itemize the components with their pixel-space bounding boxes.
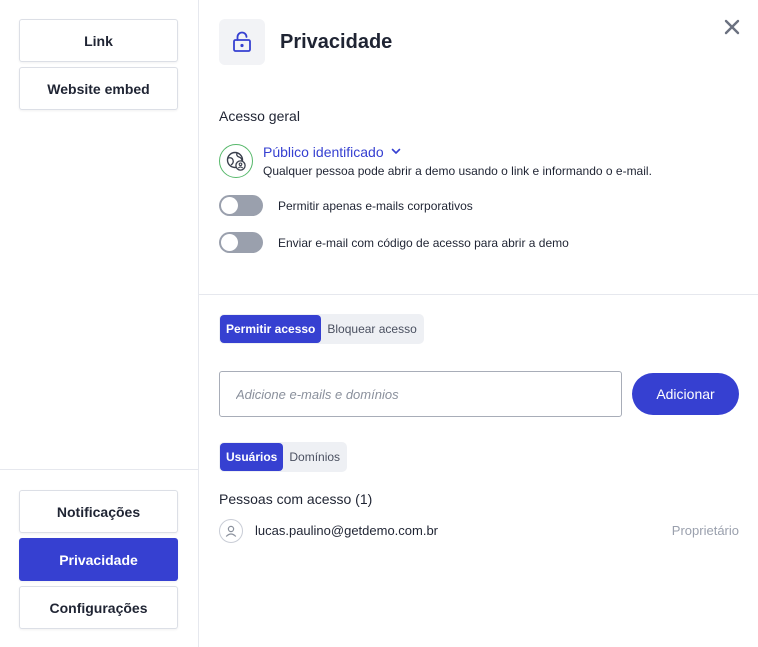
block-access-tab[interactable]: Bloquear acesso bbox=[321, 315, 422, 343]
people-with-access-title: Pessoas com acesso (1) bbox=[219, 491, 373, 507]
section-divider bbox=[199, 294, 758, 295]
allow-access-tab[interactable]: Permitir acesso bbox=[220, 315, 322, 343]
emails-domains-input[interactable] bbox=[219, 371, 622, 417]
add-button[interactable]: Adicionar bbox=[632, 373, 739, 415]
access-code-email-toggle[interactable] bbox=[219, 232, 263, 253]
list-filter-switch: Usuários Domínios bbox=[219, 442, 348, 472]
general-access-selected: Público identificado bbox=[263, 144, 384, 160]
general-access-description: Qualquer pessoa pode abrir a demo usando… bbox=[263, 164, 652, 178]
sidebar-item-website-embed[interactable]: Website embed bbox=[19, 67, 178, 110]
sidebar-item-link[interactable]: Link bbox=[19, 19, 178, 62]
sidebar-item-configuracoes[interactable]: Configurações bbox=[19, 586, 178, 629]
person-role: Proprietário bbox=[671, 523, 739, 538]
sidebar: Link Website embed Notificações Privacid… bbox=[0, 0, 199, 647]
tab-domains[interactable]: Domínios bbox=[283, 443, 346, 471]
page-title: Privacidade bbox=[280, 31, 393, 53]
access-mode-switch: Permitir acesso Bloquear acesso bbox=[219, 314, 424, 344]
toggle-knob bbox=[221, 234, 238, 251]
general-access-title: Acesso geral bbox=[219, 108, 300, 124]
close-icon[interactable] bbox=[721, 16, 743, 38]
corporate-emails-toggle[interactable] bbox=[219, 195, 263, 216]
sidebar-item-privacidade[interactable]: Privacidade bbox=[19, 538, 178, 581]
access-code-email-label: Enviar e-mail com código de acesso para … bbox=[278, 236, 569, 250]
privacy-panel: Privacidade Acesso geral Público identif… bbox=[199, 0, 758, 647]
sidebar-divider bbox=[0, 469, 199, 470]
toggle-knob bbox=[221, 197, 238, 214]
unlock-icon bbox=[219, 19, 265, 65]
general-access-dropdown[interactable]: Público identificado bbox=[263, 144, 402, 160]
chevron-down-icon bbox=[390, 144, 402, 160]
tab-users[interactable]: Usuários bbox=[220, 443, 284, 471]
avatar bbox=[219, 519, 243, 543]
globe-user-icon bbox=[219, 144, 253, 178]
corporate-emails-label: Permitir apenas e-mails corporativos bbox=[278, 199, 473, 213]
sidebar-item-notificacoes[interactable]: Notificações bbox=[19, 490, 178, 533]
person-email: lucas.paulino@getdemo.com.br bbox=[255, 523, 439, 538]
